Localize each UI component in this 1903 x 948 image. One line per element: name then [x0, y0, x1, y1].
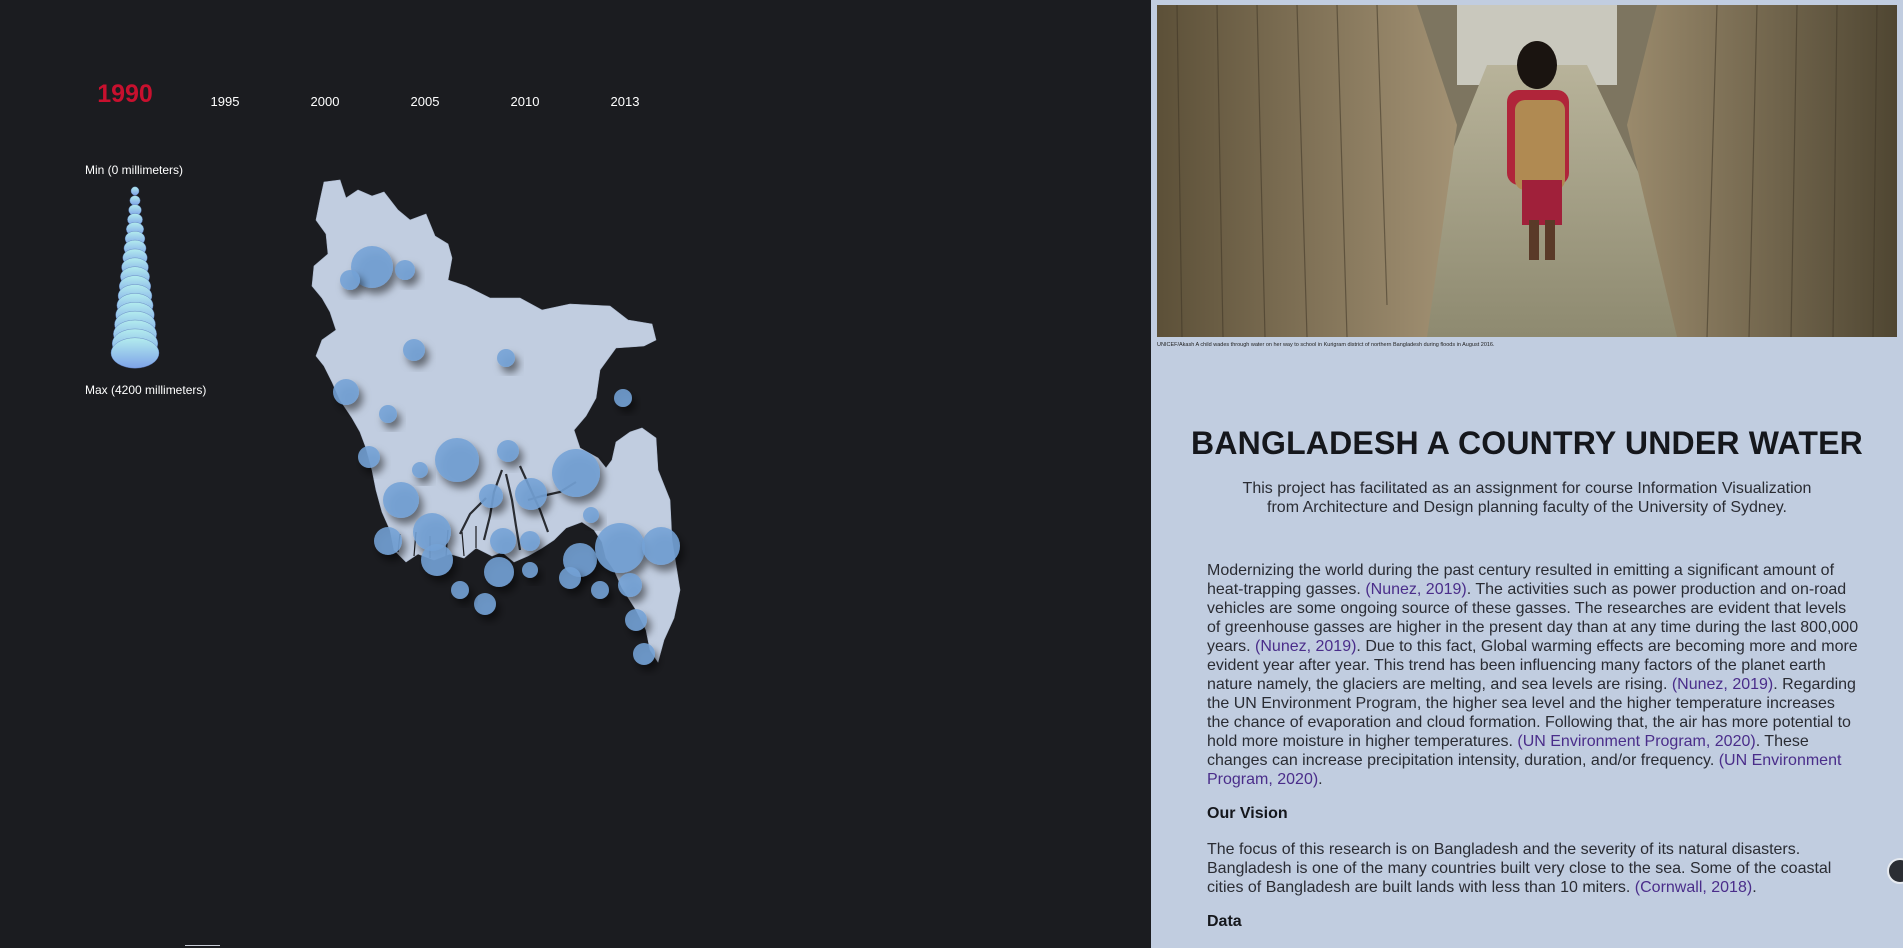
- rainfall-bubble[interactable]: [552, 449, 600, 497]
- rainfall-bubble[interactable]: [522, 562, 538, 578]
- rainfall-bubble[interactable]: [403, 339, 425, 361]
- legend-disc: [130, 186, 140, 196]
- rainfall-bubble[interactable]: [520, 531, 540, 551]
- rainfall-bubble[interactable]: [595, 523, 645, 573]
- photo-caption: UNICEF/Akash A child wades through water…: [1157, 342, 1495, 348]
- rainfall-bubble[interactable]: [412, 462, 428, 478]
- citation-link[interactable]: (Nunez, 2019): [1365, 581, 1466, 598]
- legend-disc: [110, 337, 160, 369]
- rainfall-bubble[interactable]: [614, 389, 632, 407]
- rainfall-size-legend: [110, 186, 160, 369]
- citation-link[interactable]: (UN Environment Program, 2020): [1517, 733, 1755, 750]
- year-1995[interactable]: 1995: [211, 94, 240, 109]
- rainfall-bubble[interactable]: [633, 643, 655, 665]
- year-2010[interactable]: 2010: [511, 94, 540, 109]
- year-2000[interactable]: 2000: [311, 94, 340, 109]
- page-title: BANGLADESH A COUNTRY UNDER WATER: [1191, 425, 1863, 461]
- scroll-to-top-button[interactable]: [1887, 858, 1903, 884]
- legend-disc: [129, 195, 141, 206]
- map-panel: 1990 1995 2000 2005 2010 2013 Min (0 mil…: [0, 0, 1151, 948]
- divider: [185, 945, 220, 946]
- body-sentence: .: [1752, 879, 1757, 896]
- rainfall-bubble[interactable]: [642, 527, 680, 565]
- rainfall-bubble[interactable]: [451, 581, 469, 599]
- rainfall-bubble[interactable]: [479, 484, 503, 508]
- year-timeline: 1990 1995 2000 2005 2010 2013: [0, 80, 700, 120]
- rainfall-bubble[interactable]: [374, 527, 402, 555]
- rainfall-bubble[interactable]: [333, 379, 359, 405]
- article-panel: UNICEF/Akash A child wades through water…: [1151, 0, 1903, 948]
- legend-max-label: Max (4200 millimeters): [85, 383, 207, 397]
- citation-link[interactable]: (Nunez, 2019): [1672, 676, 1773, 693]
- rainfall-bubble[interactable]: [383, 482, 419, 518]
- rainfall-bubble[interactable]: [474, 593, 496, 615]
- intro-text: This project has facilitated as an assig…: [1242, 480, 1812, 516]
- rainfall-bubble[interactable]: [490, 528, 516, 554]
- year-2013[interactable]: 2013: [611, 94, 640, 109]
- citation-link[interactable]: (Nunez, 2019): [1255, 638, 1356, 655]
- body-sentence: .: [1318, 771, 1323, 788]
- legend-min-label: Min (0 millimeters): [85, 163, 184, 177]
- rainfall-bubble[interactable]: [358, 446, 380, 468]
- vision-heading: Our Vision: [1207, 805, 1288, 822]
- vision-body: The focus of this research is on Banglad…: [1207, 840, 1859, 897]
- rainfall-bubble[interactable]: [497, 349, 515, 367]
- rainfall-bubble[interactable]: [591, 581, 609, 599]
- data-heading: Data: [1207, 913, 1242, 930]
- flood-photo: [1157, 5, 1897, 337]
- article-body: Modernizing the world during the past ce…: [1207, 561, 1859, 789]
- rainfall-bubble[interactable]: [618, 573, 642, 597]
- rainfall-bubble[interactable]: [340, 270, 360, 290]
- rainfall-bubble[interactable]: [497, 440, 519, 462]
- rainfall-bubble[interactable]: [484, 557, 514, 587]
- rainfall-bubble[interactable]: [435, 438, 479, 482]
- rainfall-bubble[interactable]: [625, 609, 647, 631]
- rainfall-bubble[interactable]: [515, 478, 547, 510]
- rainfall-bubble[interactable]: [559, 567, 581, 589]
- year-2005[interactable]: 2005: [411, 94, 440, 109]
- citation-link[interactable]: (Cornwall, 2018): [1635, 879, 1752, 896]
- rainfall-bubble[interactable]: [395, 260, 415, 280]
- rainfall-bubble[interactable]: [583, 507, 599, 523]
- rainfall-bubble[interactable]: [379, 405, 397, 423]
- rainfall-bubble[interactable]: [421, 544, 453, 576]
- bangladesh-map: [311, 179, 681, 665]
- year-1990[interactable]: 1990: [97, 80, 153, 109]
